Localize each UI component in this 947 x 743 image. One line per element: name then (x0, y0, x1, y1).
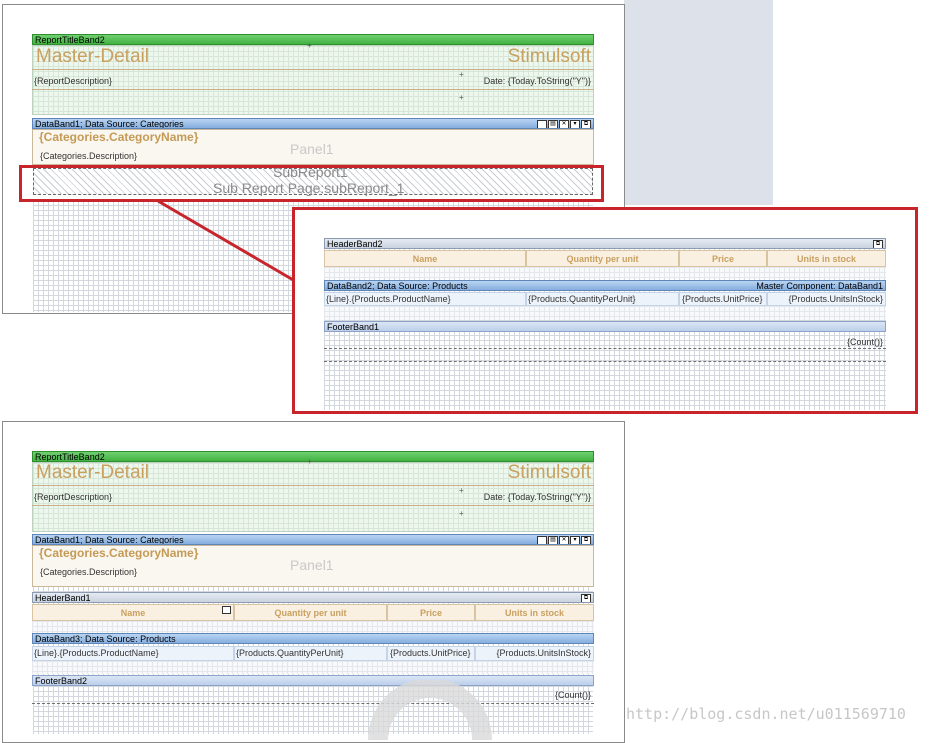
band-copy-icon[interactable]: ⧉ (581, 594, 591, 602)
column-header-price[interactable]: Price (387, 604, 475, 621)
category-description[interactable]: {Categories.Description} (40, 567, 137, 578)
band-filter-icon[interactable]: ▤ (548, 536, 558, 544)
header-band-2[interactable]: HeaderBand2 ⧉ (324, 238, 886, 249)
description-divider (32, 505, 594, 506)
plus-marker-icon: + (307, 457, 312, 466)
band-copy-icon[interactable]: ⧉ (581, 536, 591, 544)
footer-divider (32, 703, 594, 704)
report-description[interactable]: {ReportDescription} (34, 492, 112, 503)
cell-price[interactable]: {Products.UnitPrice} (387, 646, 475, 661)
footer-band-1[interactable]: FooterBand1 (324, 321, 886, 332)
header-band-2-label: HeaderBand2 (327, 239, 383, 249)
data-band-2-label: DataBand2; Data Source: Products (327, 281, 468, 291)
page-footer-divider (324, 361, 886, 362)
title-divider (32, 485, 594, 486)
band-settings-icon[interactable] (537, 536, 547, 544)
band-collapse-icon[interactable]: ▾ (570, 536, 580, 544)
band-copy-icon[interactable]: ⧉ (873, 240, 883, 248)
plus-marker-icon: + (459, 486, 464, 495)
column-header-units[interactable]: Units in stock (475, 604, 594, 621)
cell-price[interactable]: {Products.UnitPrice} (679, 292, 767, 306)
watermark-arc (368, 680, 492, 740)
report-title-left[interactable]: Master-Detail (36, 462, 149, 484)
band-toolbar[interactable]: ⧉ (873, 239, 883, 248)
band-toolbar[interactable]: ▤ ✕ ▾ ⧉ (537, 535, 591, 544)
column-header-name[interactable]: Name (324, 250, 526, 267)
footer-count[interactable]: {Count()} (555, 690, 591, 701)
header-band-1-label: HeaderBand1 (35, 593, 91, 603)
report-title-right[interactable]: Stimulsoft (508, 462, 591, 484)
column-menu-icon[interactable] (222, 606, 231, 614)
header-gap (32, 621, 594, 633)
header-gap (324, 267, 886, 279)
category-name[interactable]: {Categories.CategoryName} (39, 546, 198, 560)
footer-divider (324, 348, 886, 349)
report-date[interactable]: Date: {Today.ToString("Y")} (484, 492, 591, 503)
cell-quantity[interactable]: {Products.QuantityPerUnit} (526, 292, 679, 306)
column-header-price[interactable]: Price (679, 250, 767, 267)
cell-quantity[interactable]: {Products.QuantityPerUnit} (234, 646, 387, 661)
plus-marker-icon: + (459, 509, 464, 518)
data-band-3[interactable]: DataBand3; Data Source: Products (32, 633, 594, 644)
data-gap (32, 661, 594, 674)
column-header-name[interactable]: Name (32, 604, 234, 621)
master-component-label: Master Component: DataBand1 (756, 281, 883, 291)
column-header-units[interactable]: Units in stock (767, 250, 886, 267)
report-title-band[interactable]: ReportTitleBand2 (32, 451, 594, 462)
data-gap (324, 306, 886, 320)
data-band-2[interactable]: DataBand2; Data Source: Products Master … (324, 280, 886, 291)
footer-count[interactable]: {Count()} (847, 337, 883, 348)
header-band-1[interactable]: HeaderBand1 ⧉ (32, 592, 594, 603)
column-header-quantity[interactable]: Quantity per unit (234, 604, 387, 621)
data-band-1[interactable]: DataBand1; Data Source: Categories ▤ ✕ ▾… (32, 534, 594, 545)
cell-units[interactable]: {Products.UnitsInStock} (767, 292, 886, 306)
cell-product-name[interactable]: {Line}.{Products.ProductName} (324, 292, 526, 306)
column-header-quantity[interactable]: Quantity per unit (526, 250, 679, 267)
band-toolbar[interactable]: ⧉ (581, 593, 591, 602)
cell-product-name[interactable]: {Line}.{Products.ProductName} (32, 646, 234, 661)
panel-label[interactable]: Panel1 (290, 557, 334, 573)
watermark-text: http://blog.csdn.net/u011569710 (626, 705, 906, 723)
data-band-1-label: DataBand1; Data Source: Categories (35, 535, 184, 545)
band-sort-icon[interactable]: ✕ (559, 536, 569, 544)
cell-units[interactable]: {Products.UnitsInStock} (475, 646, 594, 661)
footer-band-2[interactable]: FooterBand2 (32, 675, 594, 686)
